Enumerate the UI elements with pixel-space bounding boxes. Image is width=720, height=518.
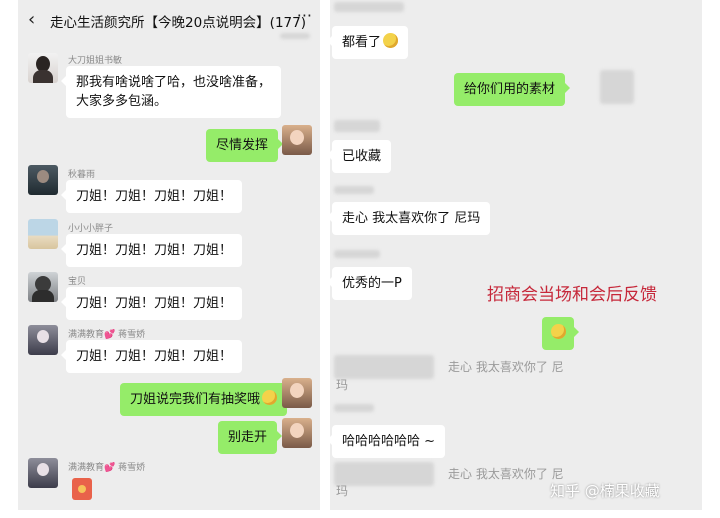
right-chat-screenshot: 都看了 给你们用的素材 已收藏 走心 我太喜欢你了 尼玛 优秀的一P 走心 我太…	[330, 0, 702, 510]
blurred-message-text: 走心 我太喜欢你了 尼	[448, 360, 564, 374]
message-text: 哈哈哈哈哈哈 ~	[342, 434, 436, 449]
chat-title: 走心生活颜究所【今晚20点说明会】(177)	[50, 15, 306, 31]
message-line: 那我有啥说啥了哈，也没啥准备，	[76, 75, 272, 90]
avatar[interactable]	[28, 165, 58, 195]
message-bubble[interactable]: 优秀的一P	[330, 267, 412, 300]
blurred-content	[334, 462, 434, 486]
message-bubble[interactable]: 走心 我太喜欢你了 尼玛	[330, 202, 491, 235]
sender-name: 秋暮雨	[68, 170, 96, 180]
message-text: 刀姐！刀姐！刀姐！刀姐！	[76, 243, 233, 258]
self-message-bubble[interactable]: 尽情发挥	[206, 129, 284, 162]
blurred-message-text: 走心 我太喜欢你了 尼	[448, 467, 564, 481]
self-avatar[interactable]	[282, 418, 312, 448]
message-text: 优秀的一P	[342, 276, 402, 291]
left-chat-screenshot: ‹ 走心生活颜究所【今晚20点说明会】(177) ··· 大刀姐姐书敏 那我有啥…	[18, 0, 320, 510]
blurred-content	[334, 355, 434, 379]
blurred-content	[334, 120, 380, 132]
message-line: 大家多多包涵。	[76, 94, 168, 109]
self-avatar[interactable]	[282, 378, 312, 408]
message-bubble[interactable]: 那我有啥说啥了哈，也没啥准备， 大家多多包涵。	[60, 66, 282, 118]
avatar[interactable]	[28, 272, 58, 302]
blurred-content	[334, 186, 374, 194]
avatar[interactable]	[28, 458, 58, 488]
message-bubble[interactable]: 刀姐！刀姐！刀姐！刀姐！	[60, 340, 243, 373]
emoji-face-icon	[262, 390, 278, 405]
blurred-avatar	[600, 70, 634, 104]
self-message-bubble[interactable]: 给你们用的素材	[454, 73, 571, 106]
more-icon[interactable]: ···	[297, 6, 312, 25]
chat-header: ‹ 走心生活颜究所【今晚20点说明会】(177) ···	[18, 0, 320, 40]
message-text: 刀姐说完我们有抽奖哦	[130, 392, 261, 407]
emoji-face-icon	[551, 324, 566, 339]
blurred-content	[334, 404, 374, 412]
red-packet-icon[interactable]	[72, 478, 92, 500]
watermark: 知乎 @楠果收藏	[550, 482, 660, 500]
blurred-content	[280, 33, 310, 39]
sender-name: 宝贝	[68, 277, 87, 287]
back-arrow-icon[interactable]: ‹	[28, 9, 35, 30]
message-text: 走心 我太喜欢你了 尼玛	[342, 211, 481, 226]
self-message-bubble[interactable]: 别走开	[218, 421, 283, 454]
blurred-content	[334, 250, 380, 258]
message-bubble[interactable]: 哈哈哈哈哈哈 ~	[330, 425, 446, 458]
message-bubble[interactable]: 已收藏	[330, 140, 392, 173]
message-text: 尽情发挥	[216, 138, 269, 153]
message-bubble[interactable]: 刀姐！刀姐！刀姐！刀姐！	[60, 287, 243, 320]
avatar[interactable]	[28, 325, 58, 355]
message-text: 给你们用的素材	[464, 82, 556, 97]
self-message-bubble[interactable]	[542, 317, 579, 350]
sender-name: 大刀姐姐书敏	[68, 56, 123, 66]
message-bubble[interactable]: 都看了	[330, 26, 409, 59]
blurred-message-tail: 玛	[336, 378, 349, 392]
self-message-bubble[interactable]: 刀姐说完我们有抽奖哦	[120, 383, 293, 416]
message-bubble[interactable]: 刀姐！刀姐！刀姐！刀姐！	[60, 180, 243, 213]
self-avatar[interactable]	[282, 125, 312, 155]
avatar[interactable]	[28, 53, 58, 83]
sender-name: 小小小胖子	[68, 224, 114, 234]
blurred-content	[334, 2, 404, 12]
message-text: 刀姐！刀姐！刀姐！刀姐！	[76, 349, 233, 364]
message-text: 刀姐！刀姐！刀姐！刀姐！	[76, 296, 233, 311]
message-text: 刀姐！刀姐！刀姐！刀姐！	[76, 189, 233, 204]
message-text: 已收藏	[342, 149, 382, 164]
avatar[interactable]	[28, 219, 58, 249]
message-text: 都看了	[342, 35, 382, 50]
annotation-text: 招商会当场和会后反馈	[487, 285, 657, 305]
message-bubble[interactable]: 刀姐！刀姐！刀姐！刀姐！	[60, 234, 243, 267]
sender-name: 满满教育💕 蒋雪娇	[68, 330, 146, 340]
sender-name: 满满教育💕 蒋雪娇	[68, 463, 146, 473]
blurred-message-tail: 玛	[336, 484, 349, 498]
message-text: 别走开	[228, 430, 268, 445]
emoji-face-icon	[383, 33, 399, 48]
